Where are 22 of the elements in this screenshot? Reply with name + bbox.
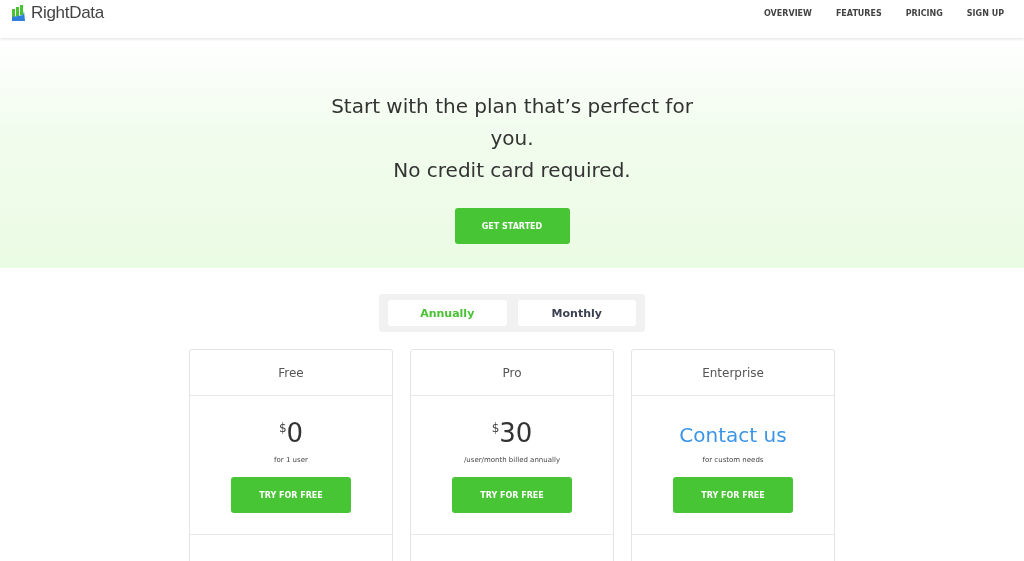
try-button[interactable]: TRY FOR FREE: [231, 477, 351, 513]
currency-symbol: $: [491, 421, 500, 435]
get-started-button[interactable]: GET STARTED: [454, 208, 570, 244]
plan-name: Free: [278, 365, 304, 380]
price-amount: 0: [286, 418, 304, 448]
nav-link[interactable]: FEATURES: [835, 8, 882, 18]
hero-heading: Start with the plan that’s perfect for you.: [330, 93, 694, 152]
nav-link[interactable]: OVERVIEW: [764, 8, 812, 18]
try-button[interactable]: TRY FOR FREE: [452, 477, 572, 513]
nav-link[interactable]: PRICING: [905, 8, 943, 18]
billing-tab[interactable]: Annually: [388, 300, 507, 326]
nav-link[interactable]: SIGN UP: [966, 8, 1004, 18]
price-amount: 30: [499, 418, 533, 448]
brand-name: RightData: [31, 3, 104, 23]
billing-tab[interactable]: Monthly: [517, 300, 636, 326]
hero-heading: No credit card required.: [392, 157, 632, 184]
plan-name: Pro: [502, 365, 522, 380]
logo-icon: [12, 5, 26, 21]
contact-link[interactable]: Contact us: [679, 418, 787, 452]
plan-name: Enterprise: [702, 365, 764, 380]
currency-symbol: $: [278, 421, 287, 435]
try-button[interactable]: TRY FOR FREE: [673, 477, 793, 513]
